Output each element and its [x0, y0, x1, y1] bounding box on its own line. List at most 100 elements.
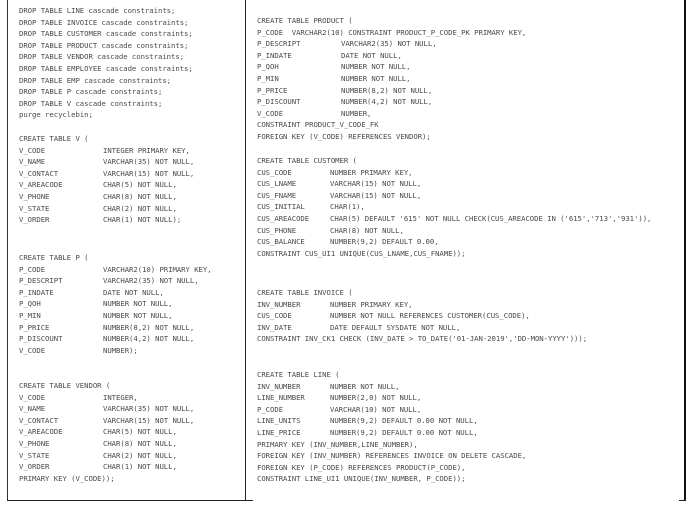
create-table-v-block: CREATE TABLE V (V_CODE INTEGER PRIMARY KE… [19, 133, 194, 226]
create-table-p-block: CREATE TABLE P (P_CODE VARCHAR2(10) PRIMA… [19, 252, 212, 356]
column-name: P_QOH [19, 299, 41, 309]
column-type: INTEGER, [103, 392, 138, 402]
drop-statement: DROP TABLE INVOICE cascade constraints; [19, 17, 189, 27]
column-type: NUMBER(2,0) NOT NULL, [330, 393, 422, 403]
drop-statement: DROP TABLE P cascade constraints; [19, 87, 163, 97]
column-name: CUS_CODE [257, 311, 292, 321]
column-type: CHAR(1), [330, 202, 365, 212]
constraint-line: CONSTRAINT CUS_UI1 UNIQUE(CUS_LNAME,CUS_… [257, 248, 466, 258]
constraint-line: FOREIGN KEY (V_CODE) REFERENCES VENDOR); [257, 131, 431, 141]
column-type: CHAR(8) NOT NULL, [330, 225, 404, 235]
column-type: NUMBER(9,2) DEFAULT 0.00 NOT NULL, [330, 416, 478, 426]
column-name: P_PRICE [19, 322, 50, 332]
column-name: CUS_AREACODE [257, 213, 310, 223]
column-definition: P_QOH NUMBER NOT NULL, [257, 61, 526, 73]
drop-statements-block: DROP TABLE LINE cascade constraints; DROP… [19, 5, 193, 121]
column-type: CHAR(1) NOT NULL); [103, 215, 182, 225]
drop-statement: DROP TABLE EMPLOYEE cascade constraints; [19, 63, 193, 73]
column-definition: P_DISCOUNT NUMBER(4,2) NOT NULL, [19, 333, 212, 345]
column-definition: P_INDATE DATE NOT NULL, [257, 50, 526, 62]
column-type: VARCHAR2(10) PRIMARY KEY, [103, 264, 212, 274]
column-type: VARCHAR2(35) NOT NULL, [341, 39, 437, 49]
column-type: VARCHAR(15) NOT NULL, [330, 190, 422, 200]
column-definition: CUS_PHONE CHAR(8) NOT NULL, [257, 225, 651, 237]
column-name: V_CODE [257, 108, 284, 118]
column-type: VARCHAR(35) NOT NULL, [103, 157, 195, 167]
column-name: INV_NUMBER [257, 299, 301, 309]
column-definition: LINE_UNITS NUMBER(9,2) DEFAULT 0.00 NOT N… [257, 415, 526, 427]
column-definition: LINE_PRICE NUMBER(9,2) DEFAULT 0.00 NOT N… [257, 427, 526, 439]
column-name: V_CODE [19, 145, 46, 155]
column-type: CHAR(1) NOT NULL, [103, 462, 177, 472]
column-name: CUS_PHONE [257, 225, 297, 235]
column-type: NUMBER(8,2) NOT NULL, [341, 85, 433, 95]
create-table-line-block: CREATE TABLE LINE ( INV_NUMBER NUMBER NOT … [257, 369, 526, 485]
create-table-header: CREATE TABLE PRODUCT ( [257, 16, 353, 25]
column-type: CHAR(8) NOT NULL, [103, 191, 177, 201]
column-name: INV_NUMBER [257, 381, 301, 391]
column-type: NUMBER NOT NULL, [103, 310, 173, 320]
column-name: P_PRICE [257, 85, 288, 95]
column-type: CHAR(8) NOT NULL, [103, 438, 177, 448]
constraint-line: CONSTRAINT LINE_UI1 UNIQUE(INV_NUMBER, P… [257, 474, 466, 484]
column-type: NUMBER, [341, 108, 372, 118]
column-type: NUMBER(4,2) NOT NULL, [103, 334, 195, 344]
column-definition: V_PHONE CHAR(8) NOT NULL, [19, 438, 194, 450]
column-type: NUMBER(9,2) DEFAULT 0.00 NOT NULL, [330, 427, 478, 437]
column-definition: V_AREACODE CHAR(5) NOT NULL, [19, 179, 194, 191]
column-name: CUS_LNAME [257, 179, 297, 189]
column-definition: P_INDATE DATE NOT NULL, [19, 287, 212, 299]
column-definition: P_DESCRIPT VARCHAR2(35) NOT NULL, [257, 38, 526, 50]
column-name: V_NAME [19, 157, 46, 167]
column-name: V_ORDER [19, 462, 50, 472]
column-definition: V_ORDER CHAR(1) NOT NULL, [19, 461, 194, 473]
constraint-line: PRIMARY KEY (INV_NUMBER,LINE_NUMBER), [257, 439, 418, 449]
column-definition: V_STATE CHAR(2) NOT NULL, [19, 203, 194, 215]
column-name: P_MIN [257, 73, 279, 83]
column-definition: V_CODE NUMBER); [19, 345, 212, 357]
column-type: NUMBER NOT NULL, [330, 381, 400, 391]
column-name: P_DESCRIPT [19, 276, 63, 286]
column-definition: CUS_LNAME VARCHAR(15) NOT NULL, [257, 178, 651, 190]
column-name: P_INDATE [19, 287, 54, 297]
column-name: P_DISCOUNT [257, 97, 301, 107]
constraint-line: CONSTRAINT INV_CK1 CHECK (INV_DATE > TO_… [257, 334, 588, 344]
create-table-header: CREATE TABLE VENDOR ( [19, 381, 111, 390]
column-definition: V_NAME VARCHAR(35) NOT NULL, [19, 156, 194, 168]
column-definition: P_CODE VARCHAR2(10) CONSTRAINT PRODUCT_P… [257, 27, 527, 37]
column-name: V_AREACODE [19, 427, 63, 437]
column-type: NUMBER); [103, 345, 138, 355]
create-table-product-block: CREATE TABLE PRODUCT ( P_CODE VARCHAR2(10… [257, 15, 526, 143]
column-type: DATE DEFAULT SYSDATE NOT NULL, [330, 322, 461, 332]
column-definition: P_PRICE NUMBER(8,2) NOT NULL, [19, 322, 212, 334]
column-type: NUMBER NOT NULL, [341, 73, 411, 83]
divider-line [679, 500, 686, 501]
create-table-header: CREATE TABLE CUSTOMER ( [257, 156, 357, 165]
create-table-header: CREATE TABLE P ( [19, 253, 89, 262]
create-table-invoice-block: CREATE TABLE INVOICE ( INV_NUMBER NUMBER P… [257, 287, 587, 345]
drop-statement: DROP TABLE EMP cascade constraints; [19, 75, 172, 85]
column-definition: P_PRICE NUMBER(8,2) NOT NULL, [257, 85, 526, 97]
column-type: CHAR(5) NOT NULL, [103, 180, 177, 190]
column-definition: V_CODE INTEGER, [19, 392, 194, 404]
column-type: DATE NOT NULL, [103, 287, 164, 297]
column-definition: V_STATE CHAR(2) NOT NULL, [19, 450, 194, 462]
column-type: NUMBER NOT NULL, [103, 299, 173, 309]
column-definition: INV_NUMBER NUMBER PRIMARY KEY, [257, 299, 587, 311]
column-name: P_QOH [257, 62, 279, 72]
create-table-header: CREATE TABLE LINE ( [257, 370, 340, 379]
column-type: NUMBER NOT NULL, [341, 62, 411, 72]
column-definition: P_MIN NUMBER NOT NULL, [19, 310, 212, 322]
column-name: P_CODE [257, 404, 284, 414]
column-definition: CUS_FNAME VARCHAR(15) NOT NULL, [257, 190, 651, 202]
constraint-line: CONSTRAINT PRODUCT_V_CODE_FK [257, 120, 379, 130]
drop-statement: DROP TABLE LINE cascade constraints; [19, 6, 176, 15]
column-definition: INV_NUMBER NUMBER NOT NULL, [257, 381, 526, 393]
create-table-header: CREATE TABLE INVOICE ( [257, 288, 353, 297]
column-type: VARCHAR(35) NOT NULL, [103, 404, 195, 414]
column-type: NUMBER(8,2) NOT NULL, [103, 322, 195, 332]
drop-statement: DROP TABLE VENDOR cascade constraints; [19, 52, 185, 62]
column-type: NUMBER(4,2) NOT NULL, [341, 97, 433, 107]
column-type: NUMBER(9,2) DEFAULT 0.00, [330, 237, 439, 247]
column-name: P_DESCRIPT [257, 39, 301, 49]
